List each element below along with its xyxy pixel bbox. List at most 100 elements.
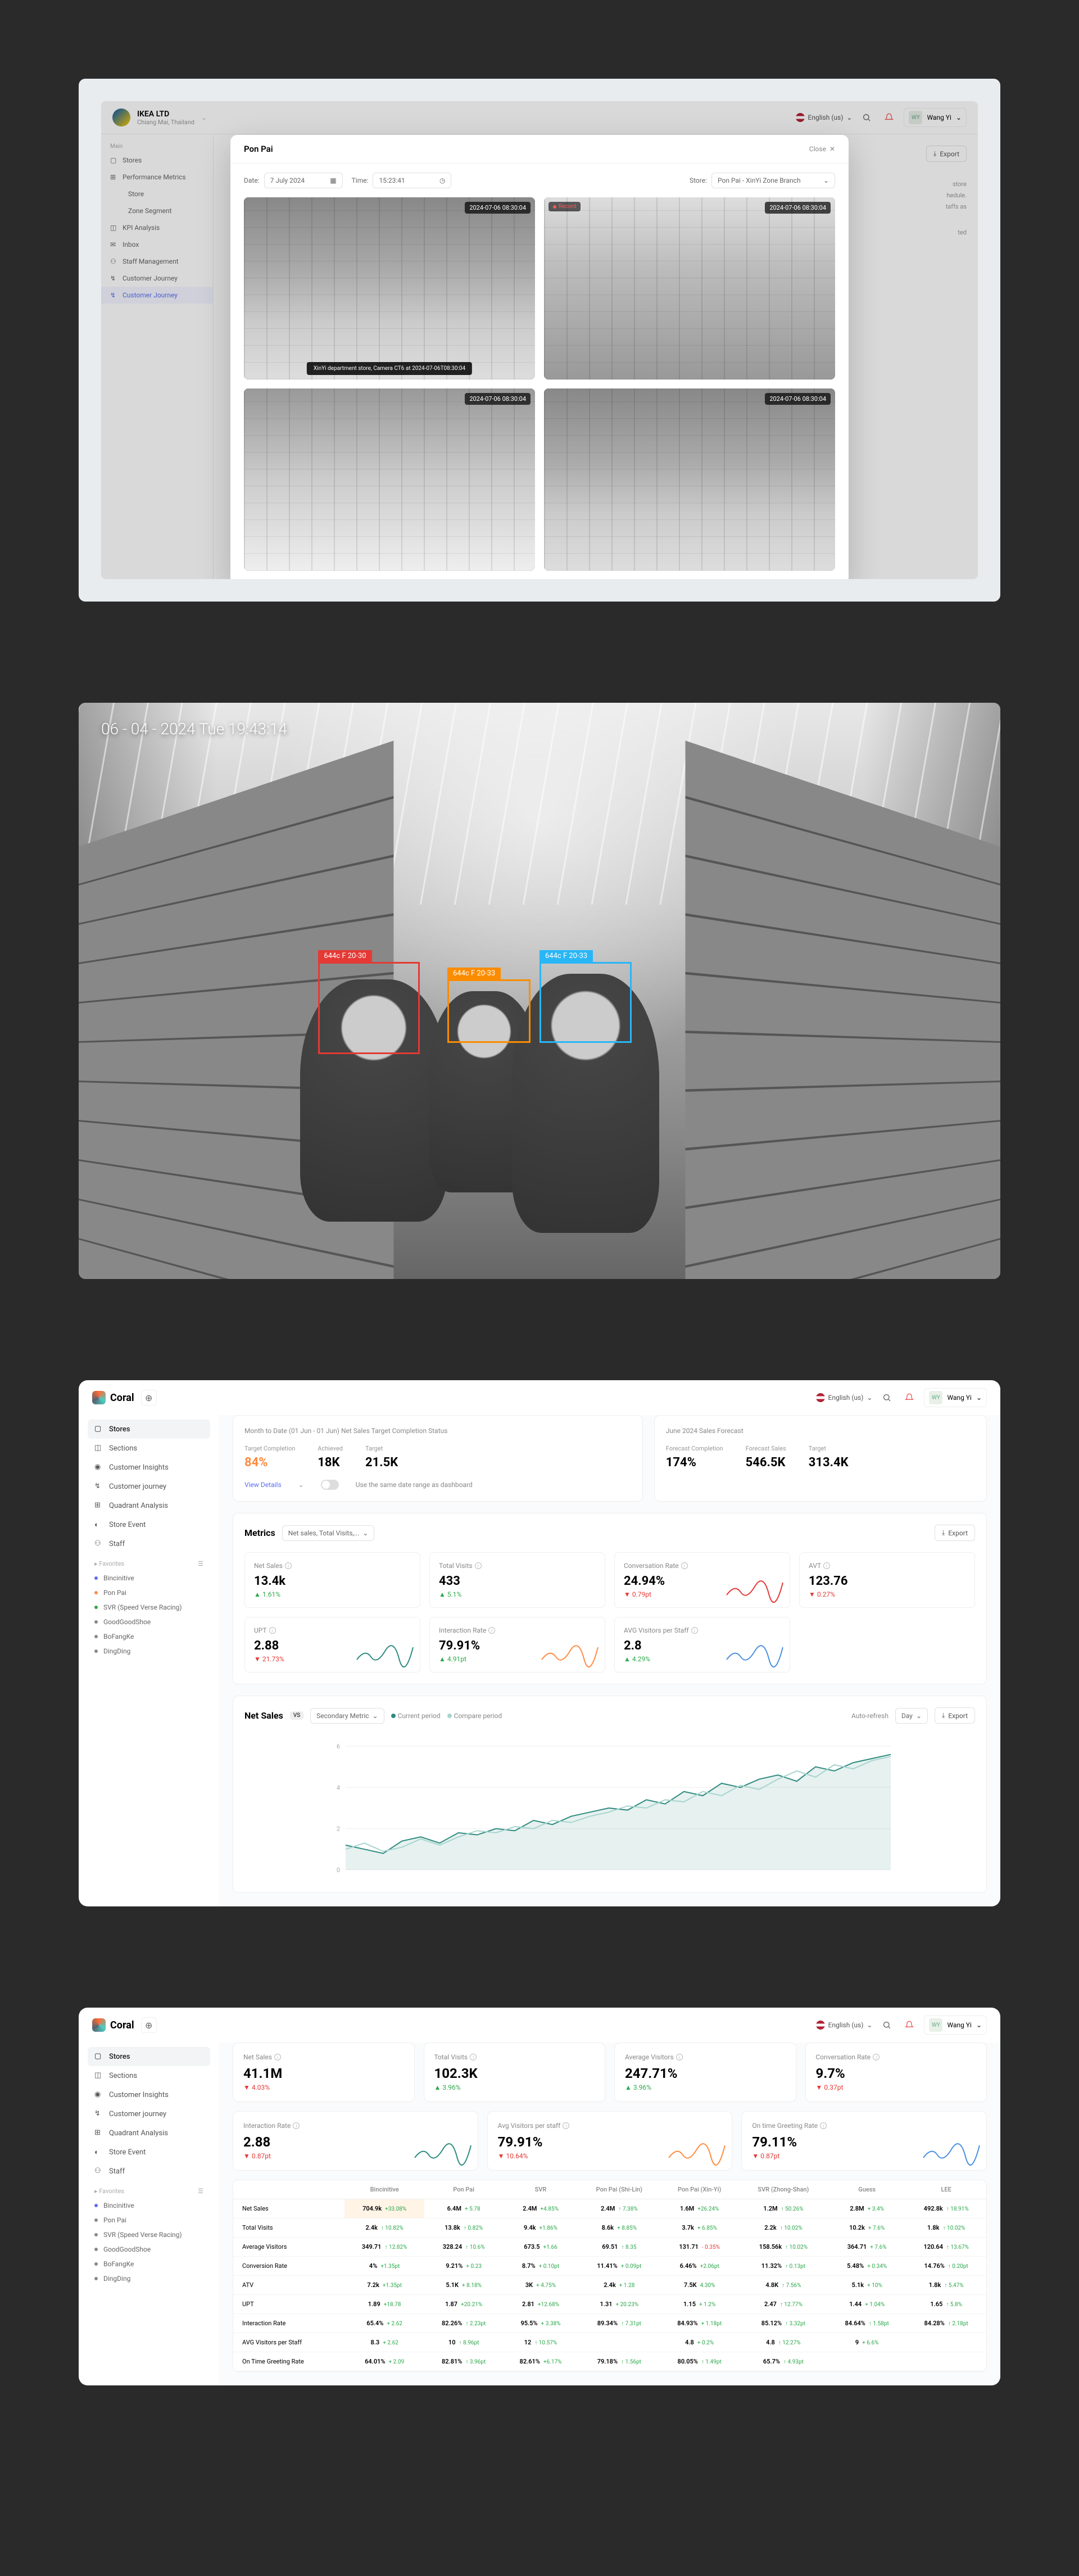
sidebar-item-stores[interactable]: ▢Stores: [88, 1420, 210, 1439]
table-header[interactable]: SVR (Zhong-Shan): [739, 2180, 828, 2199]
favorite-item[interactable]: DingDing: [88, 1644, 210, 1658]
search-icon[interactable]: [879, 1390, 895, 1405]
metric-tile-total-visits[interactable]: Total Visitsi433▲ 5.1%: [429, 1552, 605, 1608]
info-icon[interactable]: i: [820, 2122, 827, 2129]
time-input[interactable]: 15:23:41◷: [373, 173, 451, 188]
sidebar-item-stores[interactable]: ▢Stores: [88, 2047, 210, 2066]
info-icon[interactable]: i: [293, 2122, 300, 2129]
table-header[interactable]: Pon Pai: [424, 2180, 502, 2199]
table-header[interactable]: Pon Pai (Shi-Lin): [578, 2180, 660, 2199]
sidebar-item-customer-insights[interactable]: ◉Customer Insights: [88, 2085, 210, 2104]
secondary-metric-select[interactable]: Secondary Metric⌄: [310, 1708, 384, 1724]
user-menu[interactable]: WYWang Yi⌄: [924, 1388, 987, 1407]
favorite-item[interactable]: BoFangKe: [88, 1629, 210, 1644]
favorite-item[interactable]: BoFangKe: [88, 2257, 210, 2271]
table-header[interactable]: Pon Pai (Xin-Yi): [660, 2180, 739, 2199]
camera-tile-3[interactable]: 2024-07-06 08:30:04: [244, 388, 535, 571]
search-icon[interactable]: [879, 2017, 895, 2033]
kpi-tile-average-visitors[interactable]: Average Visitorsi247.71%▲ 3.96%: [614, 2042, 796, 2102]
table-header[interactable]: Guess: [828, 2180, 906, 2199]
sidebar-item-sections[interactable]: ◫Sections: [88, 2066, 210, 2085]
table-cell: 7.5K4.30%: [660, 2276, 739, 2295]
info-icon[interactable]: i: [285, 1562, 292, 1569]
notification-icon[interactable]: [901, 1390, 917, 1405]
metrics-select[interactable]: Net sales, Total Visits,...⌄: [282, 1525, 375, 1541]
sidebar-item-quadrant-analysis[interactable]: ⊞Quadrant Analysis: [88, 2123, 210, 2143]
favorite-item[interactable]: Pon Pai: [88, 1585, 210, 1600]
detection-bbox-1[interactable]: 644c F 20-30: [318, 962, 419, 1054]
info-icon[interactable]: i: [873, 2054, 879, 2060]
table-cell: 79.18%↑ 1.56pt: [578, 2352, 660, 2371]
info-icon[interactable]: i: [269, 1627, 276, 1634]
table-header[interactable]: [233, 2180, 344, 2199]
period-select[interactable]: Day⌄: [895, 1708, 928, 1724]
language-selector[interactable]: English (us)⌄: [816, 1393, 873, 1402]
date-input[interactable]: 7 July 2024▦: [264, 173, 343, 188]
favorite-item[interactable]: SVR (Speed Verse Racing): [88, 2227, 210, 2242]
menu-icon[interactable]: ☰: [198, 1560, 203, 1567]
sidebar-item-staff[interactable]: ⚇Staff: [88, 2162, 210, 2181]
favorite-item[interactable]: Pon Pai: [88, 2213, 210, 2227]
kpi-tile-on-time-greeting-rate[interactable]: On time Greeting Ratei79.11%▼ 0.87pt: [741, 2111, 987, 2171]
sidebar-item-customer-insights[interactable]: ◉Customer Insights: [88, 1458, 210, 1477]
export-button[interactable]: ⤓ Export: [935, 1525, 975, 1541]
language-selector[interactable]: English (us)⌄: [816, 2021, 873, 2030]
metric-tile-upt[interactable]: UPTi2.88▼ 21.73%: [244, 1617, 420, 1673]
user-menu[interactable]: WYWang Yi⌄: [924, 2015, 987, 2035]
metric-tile-conversation-rate[interactable]: Conversation Ratei24.94%▼ 0.79pt: [614, 1552, 790, 1608]
camera-tile-4[interactable]: 2024-07-06 08:30:04: [544, 388, 835, 571]
kpi-tile-conversation-rate[interactable]: Conversation Ratei9.7%▼ 0.37pt: [805, 2042, 987, 2102]
detection-bbox-2[interactable]: 644c F 20-33: [447, 979, 531, 1043]
info-icon[interactable]: i: [563, 2122, 569, 2129]
add-icon[interactable]: ⊕: [141, 2017, 157, 2033]
chevron-down-icon: ⌄: [823, 177, 829, 184]
detection-bbox-3[interactable]: 644c F 20-33: [540, 962, 632, 1043]
sidebar-item-store-event[interactable]: ◐Store Event: [88, 2143, 210, 2162]
info-icon[interactable]: i: [681, 1562, 688, 1569]
info-icon[interactable]: i: [488, 1627, 495, 1634]
info-icon[interactable]: i: [274, 2054, 281, 2060]
menu-icon[interactable]: ☰: [198, 2188, 203, 2195]
kpi-tile-interaction-rate[interactable]: Interaction Ratei2.88▼ 0.87pt: [233, 2111, 478, 2171]
sidebar-item-sections[interactable]: ◫Sections: [88, 1439, 210, 1458]
sidebar-item-quadrant-analysis[interactable]: ⊞Quadrant Analysis: [88, 1496, 210, 1515]
store-select[interactable]: Pon Pai - XinYi Zone Branch⌄: [711, 173, 835, 188]
table-header[interactable]: Bincinitive: [344, 2180, 425, 2199]
modal-overlay: Pon Pai Close ✕ Date:7 July 2024▦ Time:1…: [101, 101, 978, 579]
sidebar-item-customer-journey[interactable]: ↯Customer journey: [88, 2104, 210, 2123]
metric-tile-avt[interactable]: AVTi123.76▼ 0.27%: [799, 1552, 975, 1608]
info-icon[interactable]: i: [676, 2054, 683, 2060]
add-icon[interactable]: ⊕: [141, 1390, 157, 1405]
kpi-tile-net-sales[interactable]: Net Salesi41.1M▼ 4.03%: [233, 2042, 415, 2102]
info-icon[interactable]: i: [691, 1627, 698, 1634]
info-icon[interactable]: i: [475, 1562, 482, 1569]
camera-tile-1[interactable]: 2024-07-06 08:30:04 XinYi department sto…: [244, 197, 535, 379]
info-icon[interactable]: i: [823, 1562, 830, 1569]
sidebar-item-store-event[interactable]: ◐Store Event: [88, 1515, 210, 1534]
export-button[interactable]: ⤓ Export: [935, 1707, 975, 1724]
close-button[interactable]: Close ✕: [809, 145, 835, 153]
same-range-toggle[interactable]: [321, 1480, 339, 1490]
favorite-item[interactable]: GoodGoodShoe: [88, 2242, 210, 2257]
metric-tile-interaction-rate[interactable]: Interaction Ratei79.91%▲ 4.91pt: [429, 1617, 605, 1673]
metric-tile-avg-visitors-per-staff[interactable]: AVG Visitors per Staffi2.8▲ 4.29%: [614, 1617, 790, 1673]
kpi-tile-total-visits[interactable]: Total Visitsi102.3K▲ 3.96%: [424, 2042, 606, 2102]
metric-tile-net-sales[interactable]: Net Salesi13.4k▲ 1.61%: [244, 1552, 420, 1608]
table-header[interactable]: SVR: [503, 2180, 578, 2199]
notification-icon[interactable]: [901, 2017, 917, 2033]
favorite-item[interactable]: Bincinitive: [88, 1571, 210, 1585]
favorite-item[interactable]: DingDing: [88, 2271, 210, 2286]
favorite-item[interactable]: Bincinitive: [88, 2198, 210, 2213]
net-sales-chart[interactable]: 0246: [244, 1735, 975, 1881]
favorite-item[interactable]: GoodGoodShoe: [88, 1615, 210, 1629]
info-icon[interactable]: i: [470, 2054, 477, 2060]
table-header[interactable]: LEE: [906, 2180, 986, 2199]
favorite-item[interactable]: SVR (Speed Verse Racing): [88, 1600, 210, 1615]
table-cell: 5.1K+ 8.18%: [424, 2276, 502, 2295]
kpi-tile-avg-visitors-per-staff[interactable]: Avg Visitors per staffi79.91%▼ 10.64%: [487, 2111, 733, 2171]
camera-tile-2[interactable]: Record 2024-07-06 08:30:04: [544, 197, 835, 379]
view-details-link[interactable]: View Details: [244, 1481, 282, 1489]
sidebar-item-staff[interactable]: ⚇Staff: [88, 1534, 210, 1553]
sidebar-item-customer-journey[interactable]: ↯Customer journey: [88, 1477, 210, 1496]
table-row: Total Visits2.4k↑ 10.82%13.8k↑ 0.82%9.4k…: [233, 2218, 986, 2238]
